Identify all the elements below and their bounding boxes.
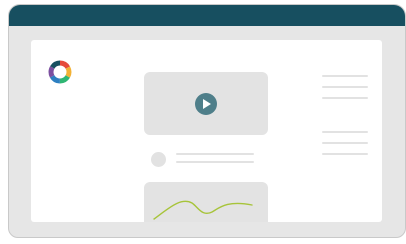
sidebar-placeholder-line <box>322 97 368 99</box>
sidebar-placeholder-line <box>322 153 368 155</box>
title-bar <box>9 5 405 26</box>
chart-card <box>144 182 268 222</box>
text-placeholder-line <box>176 153 254 155</box>
sidebar-placeholder-line <box>322 86 368 88</box>
sidebar-placeholder-line <box>322 75 368 77</box>
text-placeholder-line <box>176 161 254 163</box>
line-chart-icon <box>153 200 253 220</box>
sidebar-placeholder-line <box>322 131 368 133</box>
play-icon[interactable] <box>195 92 217 115</box>
app-window <box>8 4 406 238</box>
sidebar-placeholder-line <box>322 142 368 144</box>
video-card[interactable] <box>144 72 268 135</box>
avatar-placeholder <box>151 152 166 167</box>
content-page <box>31 40 382 222</box>
colorful-ring-logo-icon <box>48 60 72 84</box>
